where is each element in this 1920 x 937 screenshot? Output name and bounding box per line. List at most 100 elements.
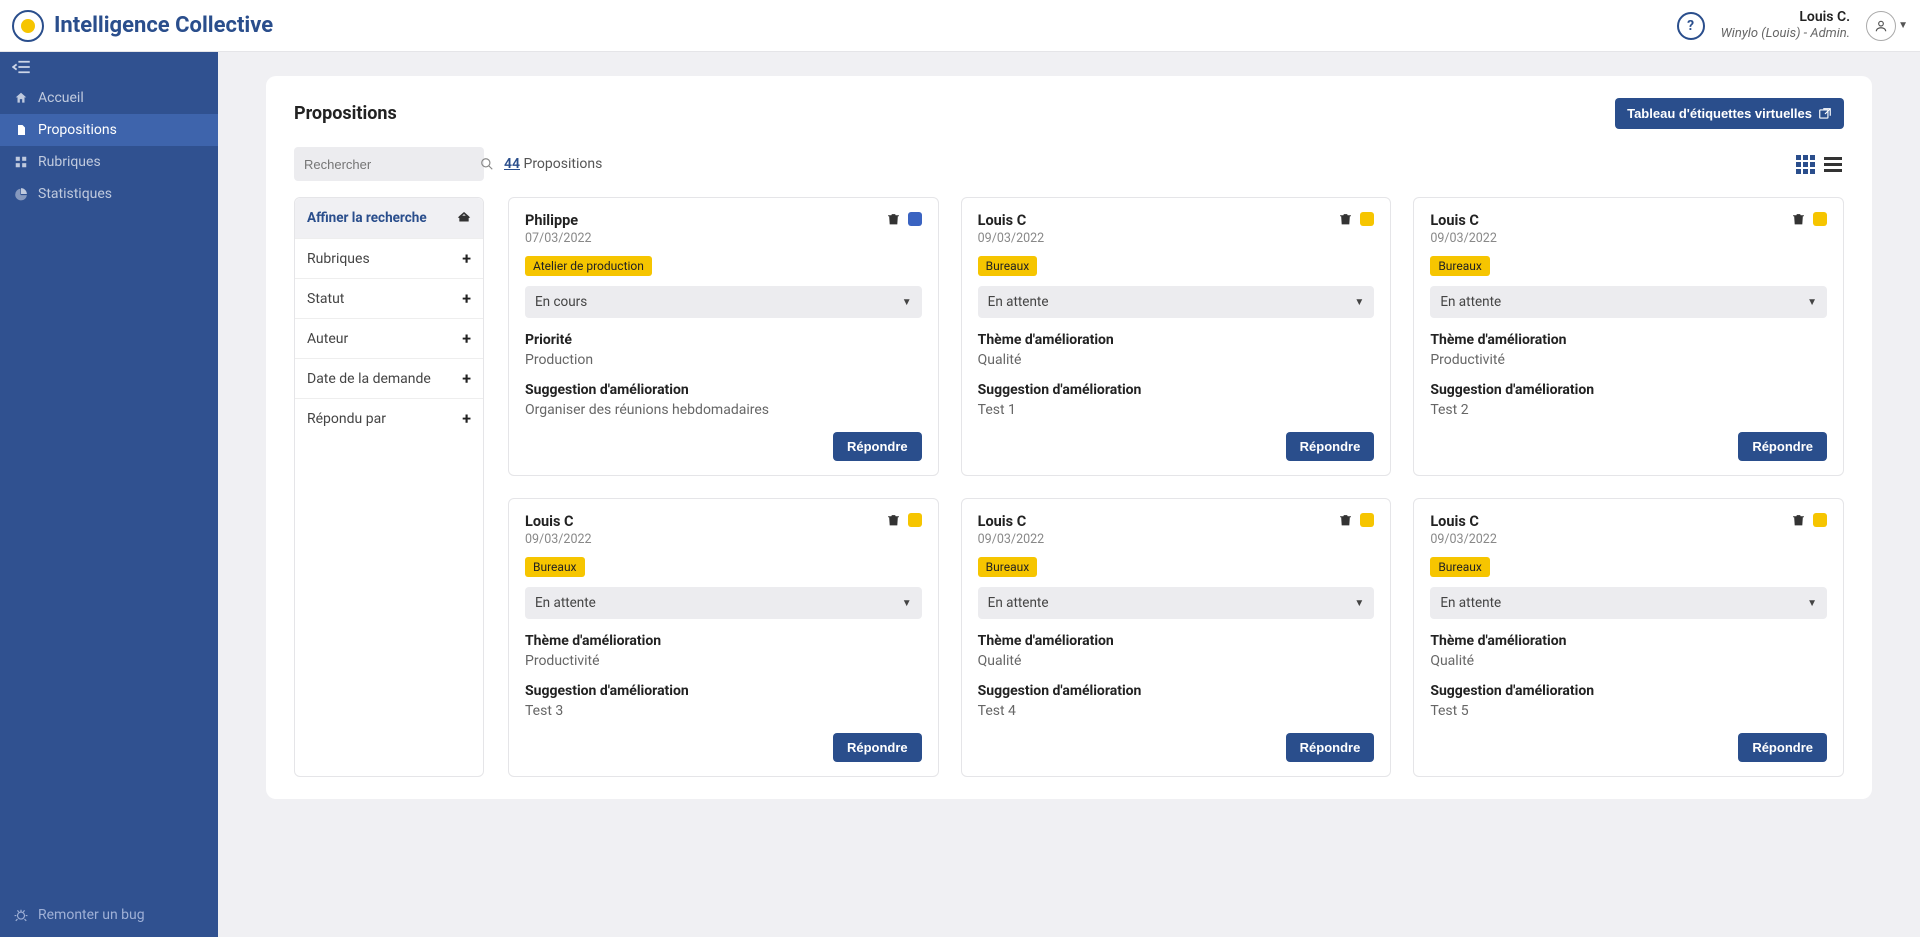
respond-button[interactable]: Répondre [833, 432, 922, 461]
search-input[interactable] [304, 157, 480, 172]
proposition-card: Louis C09/03/2022BureauxEn attente▼Thème… [508, 498, 939, 777]
user-name: Louis C. [1721, 9, 1850, 27]
card-author: Louis C [1430, 513, 1497, 530]
sidebar-nav: Accueil Propositions Rubriques Statistiques [0, 82, 218, 210]
sidebar-item-label: Rubriques [38, 154, 101, 170]
grid-icon [14, 155, 28, 169]
field-value: Test 1 [978, 402, 1375, 418]
card-date: 09/03/2022 [1430, 532, 1497, 547]
respond-button[interactable]: Répondre [1738, 432, 1827, 461]
category-tag: Bureaux [1430, 256, 1490, 276]
status-chip [1360, 513, 1374, 527]
delete-button[interactable] [1339, 513, 1352, 527]
topbar: Intelligence Collective ? Louis C. Winyl… [0, 0, 1920, 52]
field-label: Thème d'amélioration [1430, 332, 1827, 348]
card-author: Louis C [978, 212, 1045, 229]
status-select[interactable]: En attente▼ [978, 587, 1375, 619]
respond-button[interactable]: Répondre [1286, 432, 1375, 461]
delete-button[interactable] [887, 212, 900, 226]
filter-label: Répondu par [307, 411, 386, 427]
field-value: Test 4 [978, 703, 1375, 719]
virtual-board-button[interactable]: Tableau d'étiquettes virtuelles [1615, 98, 1844, 129]
status-chip [908, 212, 922, 226]
search-input-wrap[interactable] [294, 147, 484, 181]
plus-icon: + [462, 249, 471, 268]
field-value: Test 5 [1430, 703, 1827, 719]
status-value: En attente [988, 294, 1049, 310]
brand-logo-icon [12, 10, 44, 42]
delete-button[interactable] [887, 513, 900, 527]
card-author: Louis C [1430, 212, 1497, 229]
status-value: En cours [535, 294, 587, 310]
bug-icon [14, 908, 28, 922]
filters-title: Affiner la recherche [307, 210, 427, 226]
sidebar-item-accueil[interactable]: Accueil [0, 82, 218, 114]
sidebar-item-rubriques[interactable]: Rubriques [0, 146, 218, 178]
report-bug-link[interactable]: Remonter un bug [0, 893, 218, 937]
respond-button[interactable]: Répondre [1286, 733, 1375, 762]
delete-button[interactable] [1792, 513, 1805, 527]
filter-label: Rubriques [307, 251, 370, 267]
delete-button[interactable] [1792, 212, 1805, 226]
status-select[interactable]: En cours ▼ [525, 286, 922, 318]
field-value: Test 2 [1430, 402, 1827, 418]
card-author: Louis C [525, 513, 592, 530]
field-value: Organiser des réunions hebdomadaires [525, 402, 922, 418]
sidebar-item-statistiques[interactable]: Statistiques [0, 178, 218, 210]
proposition-card: Philippe07/03/2022Atelier de productionE… [508, 197, 939, 476]
search-icon [480, 157, 494, 171]
sidebar-collapse-button[interactable] [0, 52, 218, 82]
filter-label: Statut [307, 291, 344, 307]
external-icon [1818, 107, 1832, 121]
card-date: 09/03/2022 [525, 532, 592, 547]
field-label: Thème d'amélioration [525, 633, 922, 649]
pie-icon [14, 187, 28, 201]
chevron-down-icon: ▼ [1898, 20, 1908, 31]
count-line: 44 Propositions [504, 156, 602, 172]
card-date: 09/03/2022 [978, 532, 1045, 547]
filter-row[interactable]: Statut+ [295, 278, 483, 318]
avatar-icon [1866, 11, 1896, 41]
field-value: Productivité [525, 653, 922, 669]
field-label: Thème d'amélioration [1430, 633, 1827, 649]
status-chip [908, 513, 922, 527]
count-number[interactable]: 44 [504, 156, 520, 172]
status-select[interactable]: En attente▼ [978, 286, 1375, 318]
sidebar-item-propositions[interactable]: Propositions [0, 114, 218, 146]
sidebar-item-label: Statistiques [38, 186, 112, 202]
field-label: Suggestion d'amélioration [978, 382, 1375, 398]
field-value: Qualité [1430, 653, 1827, 669]
delete-button[interactable] [1339, 212, 1352, 226]
status-select[interactable]: En attente▼ [1430, 286, 1827, 318]
field-value: Production [525, 352, 922, 368]
respond-button[interactable]: Répondre [1738, 733, 1827, 762]
view-toggle [1794, 153, 1844, 175]
user-menu[interactable]: ▼ [1866, 11, 1908, 41]
status-select[interactable]: En attente▼ [525, 587, 922, 619]
proposition-card: Louis C09/03/2022BureauxEn attente▼Thème… [1413, 498, 1844, 777]
home-icon [14, 91, 28, 105]
grid-view-button[interactable] [1794, 153, 1816, 175]
sidebar-item-label: Accueil [38, 90, 84, 106]
chevron-down-icon: ▼ [902, 297, 912, 308]
help-button[interactable]: ? [1677, 12, 1705, 40]
filter-label: Date de la demande [307, 371, 431, 387]
grid-icon [1796, 155, 1815, 174]
panel-head: Propositions Tableau d'étiquettes virtue… [294, 98, 1844, 129]
filter-row[interactable]: Date de la demande+ [295, 358, 483, 398]
filters-header: Affiner la recherche [295, 198, 483, 238]
field-label: Thème d'amélioration [978, 332, 1375, 348]
field-value: Qualité [978, 653, 1375, 669]
filter-row[interactable]: Auteur+ [295, 318, 483, 358]
field-label: Suggestion d'amélioration [525, 382, 922, 398]
card-author: Louis C [978, 513, 1045, 530]
filter-row[interactable]: Rubriques + [295, 238, 483, 278]
status-select[interactable]: En attente▼ [1430, 587, 1827, 619]
brand[interactable]: Intelligence Collective [12, 10, 273, 42]
topbar-right: ? Louis C. Winylo (Louis) - Admin. ▼ [1677, 9, 1908, 43]
respond-button[interactable]: Répondre [833, 733, 922, 762]
status-value: En attente [535, 595, 596, 611]
filter-row[interactable]: Répondu par+ [295, 398, 483, 438]
list-view-button[interactable] [1822, 153, 1844, 175]
filters-reset-button[interactable] [457, 211, 471, 225]
